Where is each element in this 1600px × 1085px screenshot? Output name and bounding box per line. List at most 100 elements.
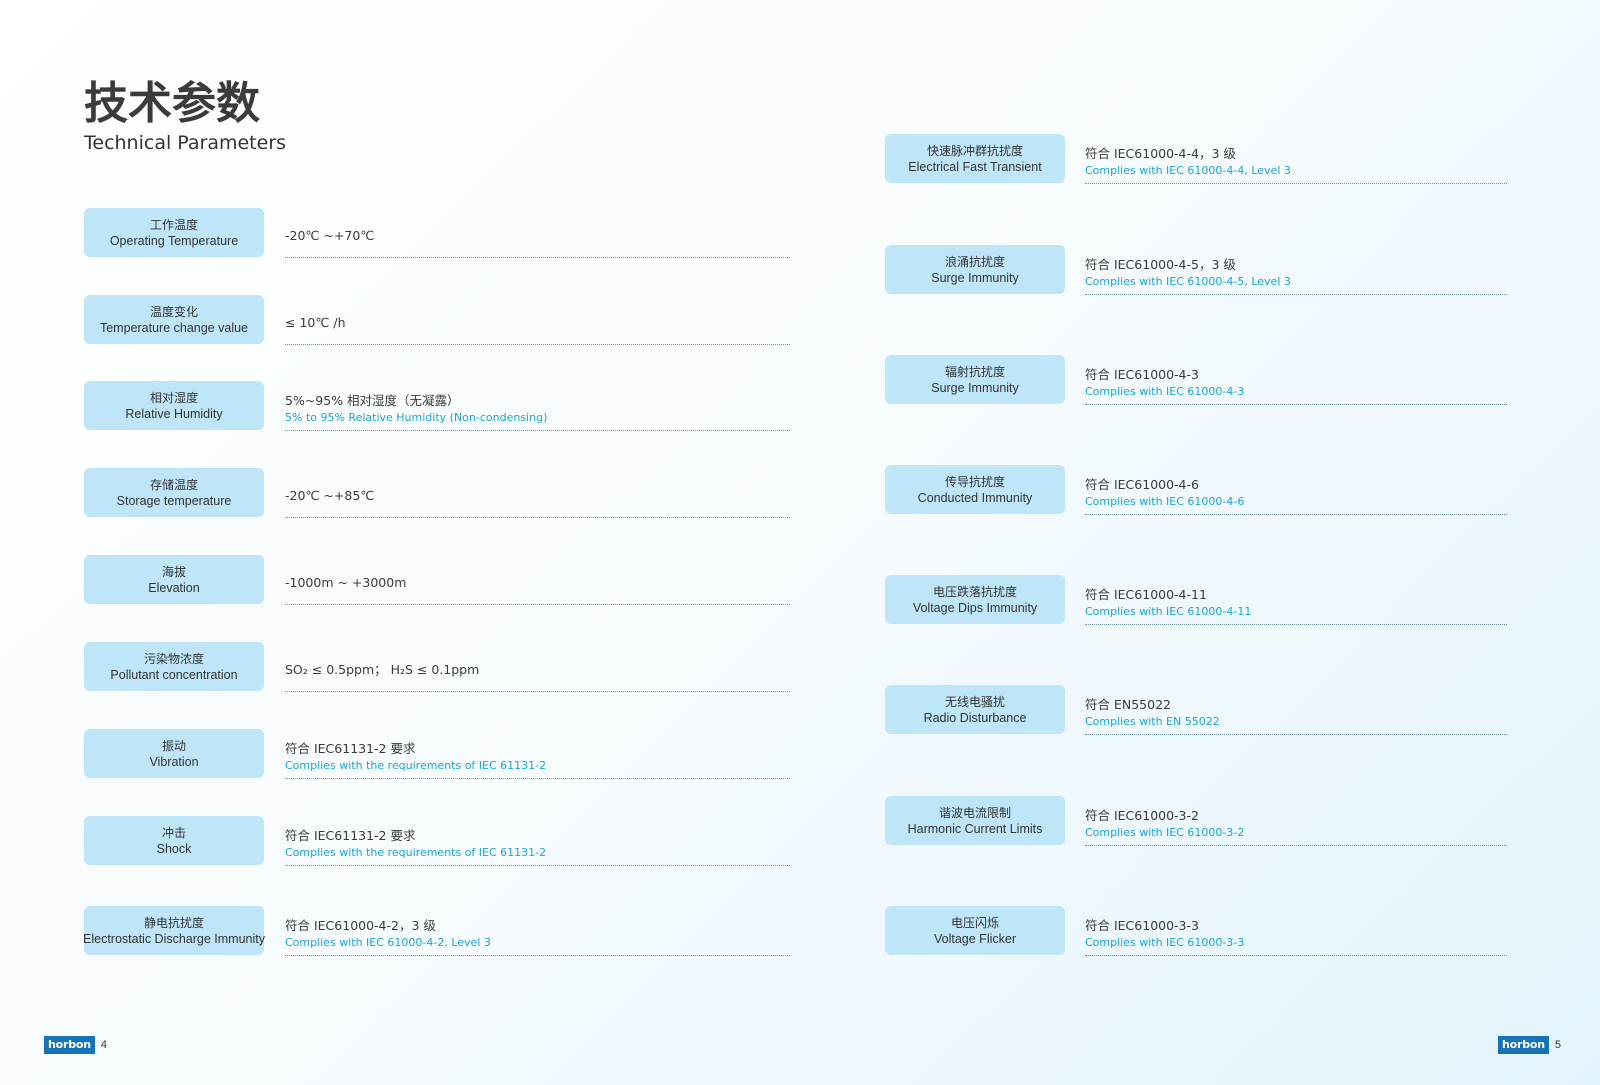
- param-label: 工作温度 Operating Temperature: [84, 208, 264, 257]
- param-label: 冲击 Shock: [84, 816, 264, 865]
- param-value: 5%~95% 相对湿度（无凝露） 5% to 95% Relative Humi…: [285, 381, 790, 431]
- param-value-zh: -20℃ ~+70℃: [285, 227, 375, 243]
- param-value-zh: 符合 IEC61131-2 要求: [285, 827, 416, 843]
- footer-right: horbon 5: [1498, 1036, 1561, 1054]
- param-label-zh: 污染物浓度: [143, 651, 204, 666]
- param-label: 辐射抗扰度 Surge Immunity: [885, 355, 1065, 404]
- param-label: 存储温度 Storage temperature: [84, 468, 264, 517]
- param-label: 无线电骚扰 Radio Disturbance: [885, 685, 1065, 734]
- param-value-en: Complies with the requirements of IEC 61…: [285, 845, 547, 859]
- param-label-zh: 静电抗扰度: [143, 915, 204, 930]
- param-label-zh: 冲击: [161, 825, 186, 840]
- param-value: 符合 IEC61000-4-4，3 级 Complies with IEC 61…: [1085, 134, 1507, 184]
- param-label-en: Radio Disturbance: [923, 710, 1027, 725]
- param-label: 快速脉冲群抗扰度 Electrical Fast Transient: [885, 134, 1065, 183]
- param-value-en: Complies with EN 55022: [1085, 714, 1220, 728]
- param-value-en: Complies with the requirements of IEC 61…: [285, 758, 547, 772]
- param-value: 符合 IEC61131-2 要求 Complies with the requi…: [285, 816, 790, 866]
- brand-logo: horbon: [1498, 1036, 1549, 1054]
- param-value: -1000m ~ +3000m: [285, 555, 790, 605]
- param-label-en: Electrical Fast Transient: [908, 159, 1042, 174]
- param-label-en: Storage temperature: [116, 493, 232, 508]
- param-label-en: Surge Immunity: [931, 270, 1019, 285]
- param-label-zh: 谐波电流限制: [938, 805, 1011, 820]
- param-value-en: 5% to 95% Relative Humidity (Non-condens…: [285, 410, 548, 424]
- param-label-zh: 传导抗扰度: [944, 474, 1005, 489]
- param-label-zh: 温度变化: [149, 304, 198, 319]
- param-value: -20℃ ~+70℃: [285, 208, 790, 258]
- page-number-left: 4: [100, 1039, 108, 1051]
- page-number-right: 5: [1554, 1039, 1562, 1051]
- param-value-zh: -20℃ ~+85℃: [285, 487, 375, 503]
- param-label-en: Conducted Immunity: [917, 490, 1033, 505]
- param-label-en: Operating Temperature: [109, 233, 239, 248]
- param-label-zh: 存储温度: [149, 477, 198, 492]
- param-value: 符合 IEC61000-4-6 Complies with IEC 61000-…: [1085, 465, 1507, 515]
- param-value-zh: 符合 IEC61131-2 要求: [285, 740, 416, 756]
- param-value-zh: ≤ 10℃ /h: [285, 314, 346, 330]
- param-label-en: Pollutant concentration: [110, 667, 238, 682]
- page-subtitle: Technical Parameters: [84, 132, 287, 154]
- param-value: 符合 IEC61000-3-3 Complies with IEC 61000-…: [1085, 906, 1507, 956]
- param-value-en: Complies with IEC 61000-4-4, Level 3: [1085, 163, 1291, 177]
- param-value-zh: 符合 IEC61000-4-3: [1085, 366, 1199, 382]
- param-value-zh: 符合 IEC61000-4-2，3 级: [285, 917, 436, 933]
- param-value-en: Complies with IEC 61000-4-11: [1085, 604, 1252, 618]
- param-label: 谐波电流限制 Harmonic Current Limits: [885, 796, 1065, 845]
- param-value: ≤ 10℃ /h: [285, 295, 790, 345]
- param-value-zh: 5%~95% 相对湿度（无凝露）: [285, 392, 460, 408]
- param-value-zh: 符合 IEC61000-4-5，3 级: [1085, 256, 1236, 272]
- param-label-zh: 海拔: [161, 564, 186, 579]
- param-label-zh: 辐射抗扰度: [944, 364, 1005, 379]
- param-value-zh: 符合 IEC61000-3-2: [1085, 807, 1199, 823]
- param-value-en: Complies with IEC 61000-4-3: [1085, 384, 1245, 398]
- param-label: 振动 Vibration: [84, 729, 264, 778]
- param-label: 电压闪烁 Voltage Flicker: [885, 906, 1065, 955]
- param-value-zh: 符合 IEC61000-4-11: [1085, 586, 1207, 602]
- footer-left: horbon 4: [44, 1036, 107, 1054]
- param-value: SO₂ ≤ 0.5ppm； H₂S ≤ 0.1ppm: [285, 642, 790, 692]
- param-value-zh: 符合 EN55022: [1085, 696, 1171, 712]
- param-value: 符合 IEC61000-3-2 Complies with IEC 61000-…: [1085, 796, 1507, 846]
- param-label: 温度变化 Temperature change value: [84, 295, 264, 344]
- param-label-zh: 振动: [161, 738, 186, 753]
- param-value: 符合 IEC61000-4-5，3 级 Complies with IEC 61…: [1085, 245, 1507, 295]
- param-label-en: Voltage Dips Immunity: [912, 600, 1038, 615]
- param-label: 电压跌落抗扰度 Voltage Dips Immunity: [885, 575, 1065, 624]
- param-value: 符合 IEC61000-4-3 Complies with IEC 61000-…: [1085, 355, 1507, 405]
- param-label-zh: 电压闪烁: [950, 915, 999, 930]
- param-label-en: Voltage Flicker: [934, 931, 1016, 946]
- param-label-en: Temperature change value: [99, 320, 248, 335]
- param-label-en: Harmonic Current Limits: [907, 821, 1043, 836]
- param-label-en: Relative Humidity: [125, 406, 223, 421]
- param-label: 传导抗扰度 Conducted Immunity: [885, 465, 1065, 514]
- param-value: 符合 IEC61000-4-2，3 级 Complies with IEC 61…: [285, 906, 790, 956]
- param-label-zh: 浪涌抗扰度: [944, 254, 1005, 269]
- param-label: 静电抗扰度 Electrostatic Discharge Immunity: [83, 906, 266, 955]
- param-label-zh: 电压跌落抗扰度: [932, 584, 1017, 599]
- param-value-en: Complies with IEC 61000-4-2, Level 3: [285, 935, 491, 949]
- param-label-en: Shock: [156, 841, 192, 856]
- param-value-en: Complies with IEC 61000-4-6: [1085, 494, 1245, 508]
- param-label-en: Electrostatic Discharge Immunity: [83, 931, 266, 946]
- param-label: 污染物浓度 Pollutant concentration: [84, 642, 264, 691]
- param-value-en: Complies with IEC 61000-3-3: [1085, 935, 1245, 949]
- param-label: 相对湿度 Relative Humidity: [84, 381, 264, 430]
- param-value-zh: SO₂ ≤ 0.5ppm； H₂S ≤ 0.1ppm: [285, 661, 480, 677]
- param-label-en: Surge Immunity: [931, 380, 1019, 395]
- param-label: 海拔 Elevation: [84, 555, 264, 604]
- brand-logo: horbon: [44, 1036, 95, 1054]
- param-value-zh: 符合 IEC61000-4-4，3 级: [1085, 145, 1236, 161]
- param-label-zh: 快速脉冲群抗扰度: [926, 143, 1023, 158]
- param-value-en: Complies with IEC 61000-4-5, Level 3: [1085, 274, 1291, 288]
- param-label-zh: 无线电骚扰: [944, 694, 1005, 709]
- param-value-zh: -1000m ~ +3000m: [285, 574, 407, 590]
- param-value: 符合 IEC61131-2 要求 Complies with the requi…: [285, 729, 790, 779]
- param-label-en: Elevation: [148, 580, 200, 595]
- param-value-en: Complies with IEC 61000-3-2: [1085, 825, 1245, 839]
- param-label-en: Vibration: [149, 754, 199, 769]
- page-title: 技术参数: [84, 78, 260, 129]
- param-value: 符合 IEC61000-4-11 Complies with IEC 61000…: [1085, 575, 1507, 625]
- param-value-zh: 符合 IEC61000-3-3: [1085, 917, 1199, 933]
- param-value: 符合 EN55022 Complies with EN 55022: [1085, 685, 1507, 735]
